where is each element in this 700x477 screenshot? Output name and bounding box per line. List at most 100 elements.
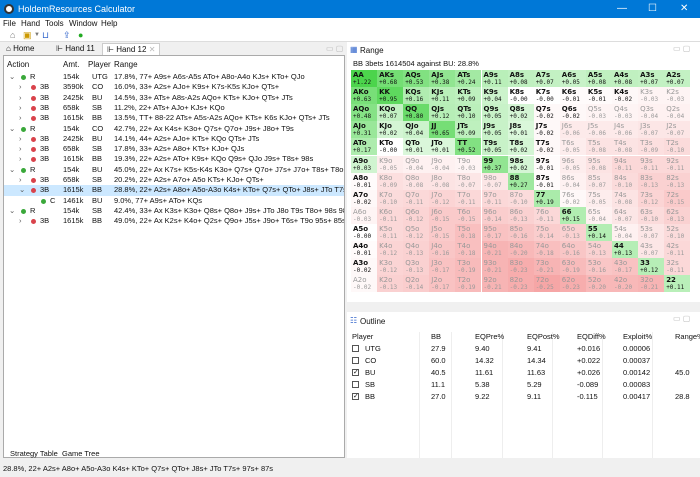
expand-toggle-icon[interactable]: › xyxy=(19,175,22,185)
range-cell[interactable]: K5s -0.01 xyxy=(585,87,612,105)
range-cell[interactable]: K9o -0.05 xyxy=(377,155,404,173)
range-cell[interactable]: 77 +0.19 xyxy=(533,189,560,207)
range-cell[interactable]: 84s -0.10 xyxy=(612,172,639,190)
range-cell[interactable]: T2o -0.19 xyxy=(455,275,482,293)
range-cell[interactable]: J5o -0.15 xyxy=(429,223,456,241)
range-cell[interactable]: Q9s +0.05 xyxy=(481,104,508,122)
player-checkbox[interactable]: ✓ xyxy=(352,393,359,400)
range-cell[interactable]: QTo +0.01 xyxy=(403,138,430,156)
range-cell[interactable]: KJo +0.02 xyxy=(377,121,404,139)
range-cell[interactable]: 96o -0.14 xyxy=(481,206,508,224)
range-cell[interactable]: Q5s -0.03 xyxy=(585,104,612,122)
range-cell[interactable]: AQs +0.53 xyxy=(403,70,430,88)
range-cell[interactable]: 43s -0.07 xyxy=(638,241,665,259)
range-cell[interactable]: KK +0.95 xyxy=(377,87,404,105)
range-cell[interactable]: K4s -0.02 xyxy=(612,87,639,105)
export-icon[interactable]: ⇪ xyxy=(63,30,71,41)
range-cell[interactable]: AJo +0.31 xyxy=(351,121,378,139)
range-cell[interactable]: 55 +0.14 xyxy=(585,223,612,241)
range-cell[interactable]: 76s -0.02 xyxy=(559,189,586,207)
range-cell[interactable]: QJs +0.12 xyxy=(429,104,456,122)
range-cell[interactable]: 72o -0.25 xyxy=(533,275,560,293)
tree-row[interactable]: › 3B 1615k BB 13.5%, TT+ 88-22 ATs+ A5s-… xyxy=(4,113,344,123)
range-cell[interactable]: T4o -0.18 xyxy=(455,241,482,259)
range-cell[interactable]: J2s -0.07 xyxy=(664,121,691,139)
range-cell[interactable]: T8s +0.02 xyxy=(507,138,534,156)
range-cell[interactable]: A8s +0.08 xyxy=(507,70,534,88)
maximize-button[interactable]: ☐ xyxy=(648,3,657,14)
expand-toggle-icon[interactable]: › xyxy=(19,82,22,92)
tree-row[interactable]: ⌄ R 154k CO 42.7%, 22+ Ax K4s+ K3o+ Q7s+… xyxy=(4,124,344,134)
range-cell[interactable]: 54o -0.13 xyxy=(585,241,612,259)
range-cell[interactable]: AA +1.22 xyxy=(351,70,378,88)
expand-toggle-icon[interactable]: › xyxy=(19,113,22,123)
range-cell[interactable]: Q3s -0.04 xyxy=(638,104,665,122)
range-cell[interactable]: 94o -0.21 xyxy=(481,241,508,259)
minimize-button[interactable]: — xyxy=(617,3,627,14)
range-cell[interactable]: AJs +0.38 xyxy=(429,70,456,88)
tree-row[interactable]: › 3B 3590k CO 16.0%, 33+ A2s+ AJo+ K9s+ … xyxy=(4,82,344,92)
expand-toggle-icon[interactable]: ⌄ xyxy=(9,206,15,216)
range-cell[interactable]: T7s -0.02 xyxy=(533,138,560,156)
range-cell[interactable]: JJ +0.65 xyxy=(429,121,456,139)
tab-home[interactable]: ⌂ Home xyxy=(2,43,38,55)
range-cell[interactable]: K3o -0.12 xyxy=(377,258,404,276)
range-cell[interactable]: 87o -0.10 xyxy=(507,189,534,207)
range-cell[interactable]: 53s -0.07 xyxy=(638,223,665,241)
range-cell[interactable]: KQo +0.07 xyxy=(377,104,404,122)
range-cell[interactable]: QJo +0.04 xyxy=(403,121,430,139)
range-cell[interactable]: A8o -0.01 xyxy=(351,172,378,190)
range-cell[interactable]: 62o -0.23 xyxy=(559,275,586,293)
range-cell[interactable]: J7s -0.02 xyxy=(533,121,560,139)
expand-toggle-icon[interactable]: › xyxy=(19,93,22,103)
range-cell[interactable]: Q4s -0.03 xyxy=(612,104,639,122)
range-cell[interactable]: K8s -0.00 xyxy=(507,87,534,105)
tree-row[interactable]: › 3B 658k SB 17.8%, 33+ A2s+ A8o+ KTs+ K… xyxy=(4,144,344,154)
menu-file[interactable]: File xyxy=(3,19,16,28)
range-cell[interactable]: 73s -0.12 xyxy=(638,189,665,207)
outline-header[interactable]: EQDiff% xyxy=(577,332,606,341)
range-cell[interactable]: 98o -0.07 xyxy=(481,172,508,190)
range-cell[interactable]: T4s -0.08 xyxy=(612,138,639,156)
range-cell[interactable]: A2s +0.07 xyxy=(664,70,691,88)
range-cell[interactable]: K2o -0.13 xyxy=(377,275,404,293)
range-cell[interactable]: KTo -0.00 xyxy=(377,138,404,156)
range-cell[interactable]: T3s -0.09 xyxy=(638,138,665,156)
range-cell[interactable]: 97s -0.01 xyxy=(533,155,560,173)
range-cell[interactable]: 44 +0.13 xyxy=(612,241,639,259)
range-cell[interactable]: 94s -0.11 xyxy=(612,155,639,173)
tab-strategy-table[interactable]: Strategy Table xyxy=(10,449,58,458)
outline-header[interactable]: EQPre% xyxy=(475,332,504,341)
range-cell[interactable]: T3o -0.19 xyxy=(455,258,482,276)
range-cell[interactable]: K7s -0.00 xyxy=(533,87,560,105)
tab-close-icon[interactable]: ✕ xyxy=(149,45,156,54)
range-cell[interactable]: A6s +0.05 xyxy=(559,70,586,88)
player-checkbox[interactable] xyxy=(352,357,359,364)
outline-header[interactable]: BB xyxy=(431,332,441,341)
range-cell[interactable]: Q3o -0.13 xyxy=(403,258,430,276)
range-cell[interactable]: A2o -0.02 xyxy=(351,275,378,293)
tree-row[interactable]: ⌄ R 154k BU 45.0%, 22+ Ax K7s+ K5s-K4s K… xyxy=(4,165,344,175)
range-cell[interactable]: AKs +0.68 xyxy=(377,70,404,88)
range-cell[interactable]: 74s -0.08 xyxy=(612,189,639,207)
range-cell[interactable]: A6o -0.03 xyxy=(351,206,378,224)
range-cell[interactable]: 66 +0.15 xyxy=(559,206,586,224)
range-cell[interactable]: T9s +0.05 xyxy=(481,138,508,156)
outline-header[interactable]: Range% xyxy=(675,332,700,341)
panel-minimize-icon[interactable]: ▭ ▢ xyxy=(673,44,690,53)
expand-toggle-icon[interactable]: ⌄ xyxy=(9,165,15,175)
range-cell[interactable]: K3s -0.03 xyxy=(638,87,665,105)
tree-row[interactable]: › 3B 658k SB 11.2%, 22+ ATs+ AJo+ KJs+ K… xyxy=(4,103,344,113)
range-cell[interactable]: J6s -0.06 xyxy=(559,121,586,139)
range-cell[interactable]: Q2o -0.14 xyxy=(403,275,430,293)
range-cell[interactable]: 54s -0.04 xyxy=(612,223,639,241)
range-cell[interactable]: K6s -0.01 xyxy=(559,87,586,105)
range-cell[interactable]: J2o -0.17 xyxy=(429,275,456,293)
range-cell[interactable]: Q4o -0.13 xyxy=(403,241,430,259)
range-cell[interactable]: 63o -0.19 xyxy=(559,258,586,276)
range-cell[interactable]: Q8s +0.02 xyxy=(507,104,534,122)
range-cell[interactable]: 73o -0.21 xyxy=(533,258,560,276)
range-cell[interactable]: TT +0.52 xyxy=(455,138,482,156)
range-cell[interactable]: 42o -0.20 xyxy=(612,275,639,293)
expand-toggle-icon[interactable]: › xyxy=(19,154,22,164)
